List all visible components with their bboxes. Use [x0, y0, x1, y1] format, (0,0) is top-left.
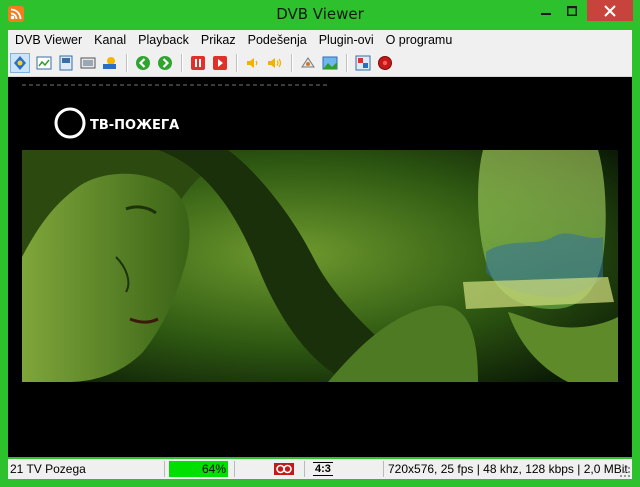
record-icon — [378, 56, 392, 70]
tv-mode-button[interactable] — [10, 53, 30, 73]
menu-playback[interactable]: Playback — [133, 33, 194, 47]
video-area[interactable]: ТВ-ПОЖЕГА — [8, 77, 632, 457]
picture-icon — [322, 56, 338, 70]
volume-down-button[interactable] — [243, 53, 263, 73]
close-icon — [604, 4, 616, 17]
close-button[interactable] — [587, 0, 633, 21]
snapshot-button[interactable] — [298, 53, 318, 73]
signal-strength-bar: 64% — [169, 461, 228, 477]
record-button[interactable] — [375, 53, 395, 73]
menu-podesenja[interactable]: Podešenja — [243, 33, 312, 47]
recorder-settings-icon — [355, 55, 371, 71]
recorder-settings-button[interactable] — [353, 53, 373, 73]
snapshot-icon — [301, 57, 315, 68]
app-window: DVB Viewer DVB Viewer Kanal Playback Pri… — [0, 0, 640, 487]
minimize-button[interactable] — [533, 0, 559, 21]
status-divider — [234, 461, 235, 477]
toolbar-separator — [291, 54, 293, 72]
volume-up-button[interactable] — [265, 53, 285, 73]
volume-down-icon — [247, 58, 258, 68]
menu-dvb-viewer[interactable]: DVB Viewer — [10, 33, 87, 47]
epg-icon — [103, 57, 116, 69]
minimize-icon — [541, 12, 551, 15]
menu-prikaz[interactable]: Prikaz — [196, 33, 241, 47]
status-divider — [304, 461, 305, 477]
status-bar: 21 TV Pozega 64% 4:3 720x576, 25 fps | 4… — [8, 459, 632, 479]
svg-text:ТВ-ПОЖЕГА: ТВ-ПОЖЕГА — [90, 118, 179, 133]
signal-strength-value: 64% — [201, 462, 226, 476]
toolbar — [8, 50, 632, 77]
menu-o-programu[interactable]: O programu — [381, 33, 458, 47]
previous-channel-icon — [136, 56, 150, 70]
play-button[interactable] — [210, 53, 230, 73]
menu-plugin-ovi[interactable]: Plugin-ovi — [314, 33, 379, 47]
channel-name: 21 TV Pozega — [10, 462, 86, 476]
toolbar-separator — [346, 54, 348, 72]
stream-info: 720x576, 25 fps | 48 khz, 128 kbps | 2,0… — [388, 462, 628, 476]
toolbar-separator — [126, 54, 128, 72]
window-mode-icon — [59, 55, 73, 71]
aspect-ratio[interactable]: 4:3 — [313, 462, 333, 476]
status-divider — [164, 461, 165, 477]
toolbar-separator — [236, 54, 238, 72]
channel-list-icon — [36, 56, 52, 70]
maximize-icon — [567, 5, 577, 16]
osd-icon — [80, 57, 96, 69]
pause-icon — [191, 56, 205, 70]
menu-kanal[interactable]: Kanal — [89, 33, 131, 47]
pause-button[interactable] — [188, 53, 208, 73]
resize-grip-icon[interactable] — [620, 467, 630, 477]
menu-bar: DVB Viewer Kanal Playback Prikaz Podešen… — [8, 30, 632, 50]
previous-channel-button[interactable] — [133, 53, 153, 73]
play-icon — [213, 56, 227, 70]
picture-button[interactable] — [320, 53, 340, 73]
title-bar[interactable]: DVB Viewer — [0, 0, 640, 30]
volume-up-icon — [268, 58, 282, 68]
epg-button[interactable] — [100, 53, 120, 73]
next-channel-button[interactable] — [155, 53, 175, 73]
maximize-button[interactable] — [559, 0, 585, 21]
channel-list-button[interactable] — [34, 53, 54, 73]
osd-button[interactable] — [78, 53, 98, 73]
video-frame: ТВ-ПОЖЕГА — [8, 77, 632, 457]
window-mode-button[interactable] — [56, 53, 76, 73]
next-channel-icon — [158, 56, 172, 70]
tv-mode-icon — [14, 56, 26, 70]
toolbar-separator — [181, 54, 183, 72]
dolby-icon — [274, 459, 294, 479]
status-divider — [383, 461, 384, 477]
